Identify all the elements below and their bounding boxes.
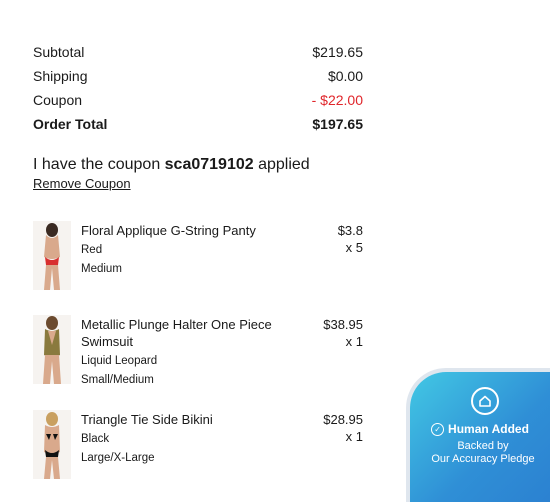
item-color: Red [81, 244, 103, 256]
badge-title: ✓ Human Added [410, 422, 550, 436]
order-total-label: Order Total [33, 116, 108, 132]
item-info: Floral Applique G-String Panty Red Mediu… [81, 221, 291, 277]
subtotal-row: Subtotal $219.65 [33, 42, 363, 66]
item-color: Black [81, 433, 110, 445]
shipping-value: $0.00 [327, 68, 363, 84]
item-quantity: x 1 [345, 334, 363, 349]
item-price-block: $38.95 x 1 [323, 316, 363, 350]
product-thumbnail[interactable] [33, 410, 71, 479]
item-name[interactable]: Metallic Plunge Halter One Piece Swimsui… [81, 316, 291, 350]
item-price-block: $28.95 x 1 [323, 411, 363, 445]
product-thumbnail[interactable] [33, 315, 71, 384]
badge-subtitle: Backed by Our Accuracy Pledge [410, 440, 550, 466]
shipping-label: Shipping [33, 68, 88, 84]
coupon-message: I have the coupon sca0719102 applied [33, 156, 310, 174]
product-thumbnail[interactable] [33, 221, 71, 290]
item-name[interactable]: Triangle Tie Side Bikini [81, 411, 291, 428]
item-quantity: x 5 [345, 240, 363, 255]
item-price: $3.8 [337, 223, 363, 238]
item-color: Liquid Leopard [81, 355, 158, 367]
coupon-row: Coupon - $22.00 [33, 90, 363, 114]
human-added-badge[interactable]: ✓ Human Added Backed by Our Accuracy Ple… [410, 372, 550, 502]
coupon-message-prefix: I have the coupon [33, 156, 165, 173]
order-total-row: Order Total $197.65 [33, 114, 363, 138]
badge-title-text: Human Added [448, 422, 529, 436]
shipping-row: Shipping $0.00 [33, 66, 363, 90]
item-size: Medium [81, 263, 122, 275]
coupon-label: Coupon [33, 92, 83, 108]
subtotal-value: $219.65 [312, 44, 363, 60]
coupon-value: - $22.00 [311, 92, 363, 108]
coupon-message-suffix: applied [253, 156, 310, 173]
item-size: Small/Medium [81, 374, 154, 386]
item-name[interactable]: Floral Applique G-String Panty [81, 222, 291, 239]
order-summary: Subtotal $219.65 Shipping $0.00 Coupon -… [33, 42, 363, 138]
check-circle-icon: ✓ [431, 422, 445, 436]
home-icon [471, 387, 499, 415]
item-quantity: x 1 [345, 429, 363, 444]
item-price: $38.95 [323, 317, 363, 332]
item-price-block: $3.8 x 5 [338, 222, 363, 256]
coupon-code: sca0719102 [164, 156, 254, 173]
subtotal-label: Subtotal [33, 44, 85, 60]
item-info: Metallic Plunge Halter One Piece Swimsui… [81, 315, 291, 388]
item-size: Large/X-Large [81, 452, 155, 464]
badge-sub-line2: Our Accuracy Pledge [431, 453, 535, 465]
item-info: Triangle Tie Side Bikini Black Large/X-L… [81, 410, 291, 466]
order-total-value: $197.65 [312, 116, 363, 132]
badge-sub-line1: Backed by [457, 440, 509, 452]
remove-coupon-link[interactable]: Remove Coupon [33, 176, 131, 191]
item-price: $28.95 [323, 412, 363, 427]
